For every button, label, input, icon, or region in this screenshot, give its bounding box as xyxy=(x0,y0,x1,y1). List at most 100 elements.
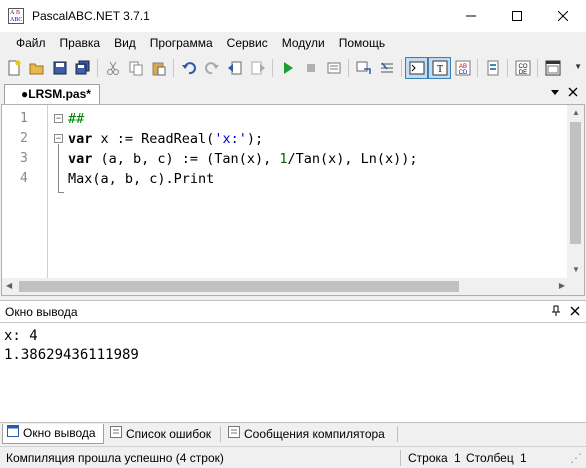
code-line: var (a, b, c) := (Tan(x), 1/Tan(x), Ln(x… xyxy=(68,149,418,169)
text-icon[interactable]: T xyxy=(428,57,451,79)
tab-label: Сообщения компилятора xyxy=(244,426,385,441)
scroll-up-icon[interactable]: ▲ xyxy=(572,108,580,117)
tab-divider xyxy=(220,426,221,442)
forward-icon[interactable] xyxy=(246,57,269,79)
output-window-icon xyxy=(7,424,19,443)
fold-guide-line xyxy=(58,192,64,193)
new-file-icon[interactable] xyxy=(2,57,25,79)
compile-icon[interactable] xyxy=(481,57,504,79)
toolbar-separator xyxy=(272,59,273,77)
fold-toggle-icon[interactable]: − xyxy=(54,114,63,123)
code-editor[interactable]: 1 2 3 4 − − ## var x := ReadReal('x:'); … xyxy=(1,104,585,296)
output-close-icon[interactable] xyxy=(570,305,580,319)
scroll-left-icon[interactable]: ◀ xyxy=(6,281,12,290)
column-value: 1 xyxy=(520,451,527,465)
output-line: 1.38629436111989 xyxy=(4,347,139,363)
svg-text:DE: DE xyxy=(518,70,526,76)
window-title: PascalABC.NET 3.7.1 xyxy=(32,9,150,23)
code-token: 'x:' xyxy=(214,131,247,147)
line-number-gutter: 1 2 3 4 xyxy=(2,105,48,280)
stop-icon[interactable] xyxy=(299,57,322,79)
editor-horizontal-scrollbar[interactable]: ◀ ▶ xyxy=(2,278,569,295)
code-token: (a, b, c) := (Tan(x), xyxy=(92,151,280,167)
tab-list-dropdown-icon[interactable] xyxy=(550,86,560,100)
form-icon[interactable] xyxy=(541,57,564,79)
tab-output-window[interactable]: Окно вывода xyxy=(2,424,104,444)
output-line: x: 4 xyxy=(4,328,38,344)
toolbar-separator xyxy=(173,59,174,77)
code-line: Max(a, b, c).Print xyxy=(68,169,214,189)
code-token: var xyxy=(68,151,93,167)
error-list-icon xyxy=(110,425,122,444)
copy-icon[interactable] xyxy=(124,57,147,79)
toolbar-overflow-icon[interactable]: ▼ xyxy=(574,62,582,71)
menu-modules[interactable]: Модули xyxy=(275,32,332,54)
format-icon[interactable]: AB CD xyxy=(451,57,474,79)
tab-close-icon[interactable] xyxy=(568,86,578,100)
step-into-icon[interactable] xyxy=(352,57,375,79)
output-panel-title: Окно вывода xyxy=(5,305,78,319)
output-text-area[interactable]: x: 4 1.38629436111989 xyxy=(0,322,586,422)
pin-icon[interactable] xyxy=(550,305,562,320)
scrollbar-thumb[interactable] xyxy=(19,281,459,292)
toolbar: T AB CD CO DE ▼ xyxy=(0,56,586,80)
row-value: 1 xyxy=(454,451,461,465)
paste-icon[interactable] xyxy=(147,57,170,79)
minimize-button[interactable] xyxy=(448,0,494,32)
menu-help[interactable]: Помощь xyxy=(332,32,392,54)
menu-service[interactable]: Сервис xyxy=(220,32,275,54)
toolbar-separator xyxy=(97,59,98,77)
editor-vertical-scrollbar[interactable]: ▲ ▼ xyxy=(567,105,584,280)
tab-error-list[interactable]: Список ошибок xyxy=(106,424,211,444)
bottom-panel-tabs: Окно вывода Список ошибок Сообщения комп… xyxy=(0,422,586,444)
toolbar-separator xyxy=(348,59,349,77)
output-panel-header: Окно вывода xyxy=(0,300,586,322)
line-number: 1 xyxy=(20,111,28,126)
code-token: /Tan(x), Ln(x)); xyxy=(287,151,418,167)
resize-grip-icon[interactable]: ⋰ xyxy=(570,451,582,465)
maximize-button[interactable] xyxy=(494,0,540,32)
run-icon[interactable] xyxy=(276,57,299,79)
toolbar-separator xyxy=(401,59,402,77)
cut-icon[interactable] xyxy=(101,57,124,79)
code-token: ); xyxy=(246,131,264,147)
toolbar-separator xyxy=(537,59,538,77)
code-token: x := ReadReal( xyxy=(92,131,215,147)
step-over-icon[interactable] xyxy=(375,57,398,79)
toolbar-separator xyxy=(507,59,508,77)
tab-label: Окно вывода xyxy=(23,426,96,440)
menu-program[interactable]: Программа xyxy=(143,32,220,54)
line-number: 2 xyxy=(20,131,28,146)
scrollbar-corner xyxy=(567,278,584,295)
scrollbar-thumb[interactable] xyxy=(570,122,581,244)
menu-edit[interactable]: Правка xyxy=(53,32,108,54)
console-icon[interactable] xyxy=(405,57,428,79)
title-bar: A B ABC PascalABC.NET 3.7.1 xyxy=(0,0,586,32)
save-all-icon[interactable] xyxy=(71,57,94,79)
scroll-down-icon[interactable]: ▼ xyxy=(572,265,580,274)
code-line: var x := ReadReal('x:'); xyxy=(68,129,263,149)
open-file-icon[interactable] xyxy=(25,57,48,79)
line-number: 3 xyxy=(20,151,28,166)
fold-guide-line xyxy=(58,144,59,192)
line-number: 4 xyxy=(20,171,28,186)
app-logo-icon: A B ABC xyxy=(8,8,24,24)
undo-icon[interactable] xyxy=(177,57,200,79)
debug-icon[interactable] xyxy=(322,57,345,79)
close-button[interactable] xyxy=(540,0,586,32)
column-label: Столбец xyxy=(466,451,514,465)
menu-view[interactable]: Вид xyxy=(107,32,143,54)
menu-file[interactable]: Файл xyxy=(9,32,53,54)
svg-text:CD: CD xyxy=(458,70,467,76)
fold-toggle-icon[interactable]: − xyxy=(54,134,63,143)
back-icon[interactable] xyxy=(223,57,246,79)
save-icon[interactable] xyxy=(48,57,71,79)
code-icon[interactable]: CO DE xyxy=(511,57,534,79)
tab-compiler-messages[interactable]: Сообщения компилятора xyxy=(224,424,385,444)
document-tab-strip: ●LRSM.pas* xyxy=(0,82,586,104)
tab-lrsm-pas[interactable]: ●LRSM.pas* xyxy=(4,84,100,104)
code-line: ## xyxy=(68,109,84,129)
redo-icon[interactable] xyxy=(200,57,223,79)
tab-label: Список ошибок xyxy=(126,426,212,441)
scroll-right-icon[interactable]: ▶ xyxy=(559,281,565,290)
